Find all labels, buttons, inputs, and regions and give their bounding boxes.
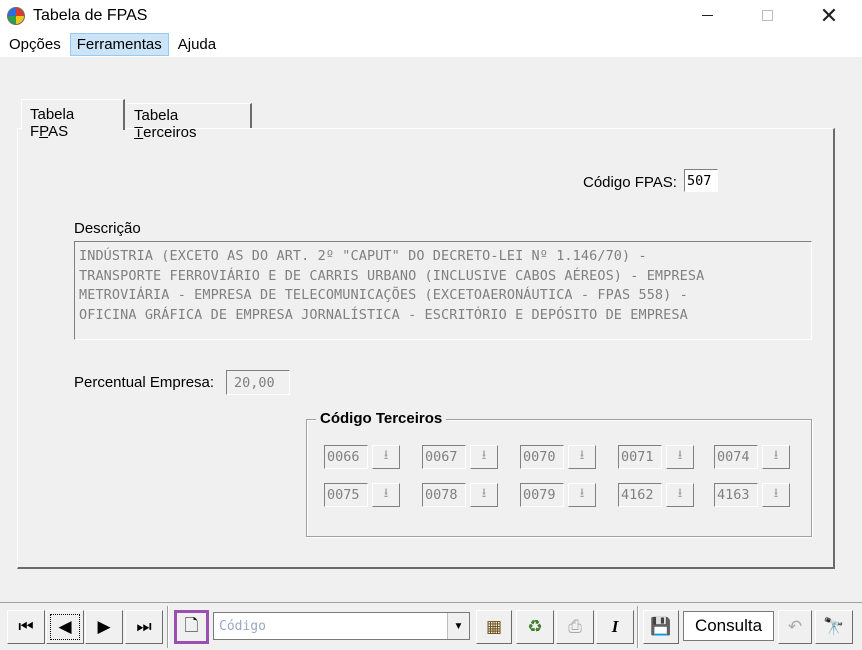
terceiro-lookup-button[interactable]: ⭳ [666, 445, 694, 469]
terceiro-code-field[interactable]: 0071 [618, 445, 662, 469]
terceiro-lookup-button[interactable]: ⭳ [568, 483, 596, 507]
printer-icon: ⎙ [568, 617, 582, 636]
next-record-button[interactable]: ▶ [85, 610, 123, 644]
mode-indicator: Consulta [683, 611, 774, 641]
close-icon: ✕ [819, 2, 839, 28]
toolbar-separator [167, 606, 169, 648]
window-title: Tabela de FPAS [33, 6, 148, 24]
last-record-button[interactable]: ⏭ [125, 610, 163, 644]
chevron-down-icon[interactable]: ▼ [447, 613, 469, 639]
terceiro-lookup-button[interactable]: ⭳ [470, 445, 498, 469]
descricao-textarea[interactable]: INDÚSTRIA (EXCETO AS DO ART. 2º "CAPUT" … [74, 241, 812, 340]
tab-fpas-suffix: AS [48, 123, 69, 140]
minimize-button[interactable] [684, 0, 730, 31]
print-button[interactable]: ⎙ [556, 610, 594, 644]
codigo-terceiros-group [306, 419, 812, 537]
terceiro-code-field[interactable]: 0075 [324, 483, 368, 507]
maximize-icon [761, 10, 773, 21]
undo-icon: ↶ [787, 617, 803, 636]
terceiro-code-field[interactable]: 0070 [520, 445, 564, 469]
codigo-fpas-label: Código FPAS: [583, 174, 677, 191]
search-field-combo[interactable]: Código ▼ [213, 612, 470, 640]
download-arrow-icon: ⭳ [481, 447, 487, 462]
first-record-icon: ⏮ [18, 617, 34, 636]
menu-bar: Opções Ferramentas Ajuda [0, 31, 862, 57]
download-arrow-icon: ⭳ [773, 447, 779, 462]
previous-record-button[interactable]: ◀ [46, 610, 84, 644]
download-arrow-icon: ⭳ [481, 485, 487, 500]
binoculars-icon: 🔭 [823, 617, 845, 636]
next-record-icon: ▶ [97, 617, 111, 636]
terceiro-code-field[interactable]: 0079 [520, 483, 564, 507]
terceiro-code-field[interactable]: 0078 [422, 483, 466, 507]
tab-tabela-terceiros[interactable]: Tabela Terceiros [126, 103, 252, 141]
codigo-terceiros-title: Código Terceiros [316, 410, 447, 427]
terceiro-lookup-button[interactable]: ⭳ [568, 445, 596, 469]
undo-button[interactable]: ↶ [778, 610, 812, 644]
italic-icon: I [611, 617, 619, 636]
menu-ferramentas[interactable]: Ferramentas [69, 32, 169, 56]
codigo-fpas-field[interactable]: 507 [684, 169, 718, 192]
download-arrow-icon: ⭳ [383, 447, 389, 462]
save-button[interactable]: 💾 [643, 610, 679, 644]
new-record-button[interactable]: 🗋 [174, 610, 209, 644]
save-icon: 💾 [650, 617, 672, 636]
terceiro-code-field[interactable]: 0067 [422, 445, 466, 469]
percentual-empresa-field[interactable]: 20,00 [226, 370, 290, 395]
download-arrow-icon: ⭳ [579, 447, 585, 462]
terceiro-lookup-button[interactable]: ⭳ [762, 483, 790, 507]
search-list-button[interactable]: ▦ [476, 610, 512, 644]
find-button[interactable]: 🔭 [815, 610, 853, 644]
new-document-icon: 🗋 [184, 615, 199, 635]
terceiro-lookup-button[interactable]: ⭳ [372, 445, 400, 469]
percentual-empresa-label: Percentual Empresa: [74, 374, 215, 391]
download-arrow-icon: ⭳ [677, 447, 683, 462]
close-button[interactable]: ✕ [806, 0, 852, 31]
terceiro-lookup-button[interactable]: ⭳ [470, 483, 498, 507]
terceiro-lookup-button[interactable]: ⭳ [762, 445, 790, 469]
tab-fpas-mnemonic: P [39, 123, 49, 140]
trash-icon: ♻ [527, 617, 543, 636]
tab-terceiros-prefix: Tabela [134, 107, 179, 124]
previous-record-icon: ◀ [58, 617, 72, 636]
toolbar-separator [637, 606, 639, 648]
terceiro-lookup-button[interactable]: ⭳ [666, 483, 694, 507]
minimize-icon [701, 15, 713, 16]
first-record-button[interactable]: ⏮ [7, 610, 45, 644]
list-search-icon: ▦ [485, 617, 503, 636]
italic-button[interactable]: I [596, 610, 634, 644]
maximize-button[interactable] [744, 0, 790, 31]
search-field-combo-value: Código [219, 618, 266, 634]
download-arrow-icon: ⭳ [579, 485, 585, 500]
terceiro-code-field[interactable]: 4163 [714, 483, 758, 507]
terceiro-code-field[interactable]: 4162 [618, 483, 662, 507]
download-arrow-icon: ⭳ [773, 485, 779, 500]
terceiro-code-field[interactable]: 0074 [714, 445, 758, 469]
title-bar: Tabela de FPAS [0, 0, 862, 31]
descricao-label: Descrição [74, 220, 141, 237]
last-record-icon: ⏭ [136, 617, 152, 636]
tab-tabela-fpas[interactable]: Tabela FPAS [21, 99, 125, 140]
terceiro-lookup-button[interactable]: ⭳ [372, 483, 400, 507]
menu-ajuda[interactable]: Ajuda [172, 33, 222, 56]
menu-opcoes[interactable]: Opções [3, 33, 67, 56]
terceiro-code-field[interactable]: 0066 [324, 445, 368, 469]
download-arrow-icon: ⭳ [383, 485, 389, 500]
delete-button[interactable]: ♻ [516, 610, 554, 644]
download-arrow-icon: ⭳ [677, 485, 683, 500]
app-icon [7, 6, 25, 25]
